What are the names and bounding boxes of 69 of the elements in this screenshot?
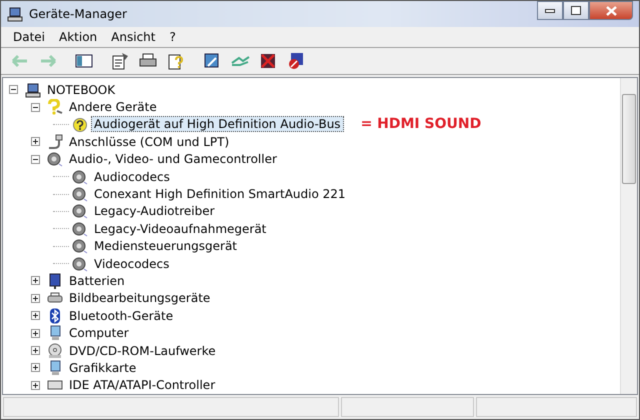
tree-item[interactable]: Videocodecs [91, 256, 172, 272]
expand-toggle[interactable] [31, 102, 40, 112]
tree-item[interactable]: DVD/CD-ROM-Laufwerke [66, 342, 219, 359]
plus-icon [32, 277, 39, 284]
expand-toggle[interactable] [31, 380, 40, 390]
tree-item[interactable]: Computer [66, 325, 132, 342]
annotation-text: = HDMI SOUND [360, 116, 482, 132]
plus-icon [32, 312, 39, 320]
speaker-icon [72, 256, 88, 272]
menu-item[interactable]: Aktion [53, 30, 104, 44]
scrollbar[interactable] [620, 78, 637, 394]
tree-item[interactable]: Legacy-Videoaufnahmegerät [91, 220, 270, 237]
minimize-icon [545, 8, 555, 12]
expand-toggle[interactable] [9, 85, 18, 94]
tree-item[interactable]: Bluetooth-Geräte [66, 308, 176, 324]
warning-question-icon [72, 116, 88, 132]
speaker-icon [72, 238, 88, 254]
expand-toggle[interactable] [31, 276, 40, 286]
computer-icon [25, 82, 41, 98]
plus-icon [32, 347, 39, 354]
speaker-icon [72, 168, 88, 185]
plus-icon [32, 364, 39, 372]
tree-item[interactable]: Audio-, Video- und Gamecontroller [66, 151, 280, 168]
tree-item[interactable]: Conexant High Definition SmartAudio 221 [91, 186, 349, 202]
maximize-button[interactable] [563, 1, 589, 20]
uninstall-icon [258, 51, 278, 71]
tree-item[interactable]: Legacy-Audiotreiber [91, 203, 218, 220]
maximize-icon [571, 6, 581, 15]
port-connector-icon [47, 134, 63, 150]
plus-icon [32, 330, 39, 337]
window-title: Geräte-Manager [29, 7, 128, 21]
tree-item[interactable]: NOTEBOOK [44, 82, 118, 98]
expand-toggle[interactable] [31, 346, 40, 356]
tree-item[interactable]: Batterien [66, 272, 128, 289]
bluetooth-icon [47, 308, 63, 324]
plus-icon [32, 138, 39, 146]
question-icon [47, 99, 63, 116]
menu-item[interactable]: Datei [7, 30, 52, 44]
plus-icon [32, 382, 39, 389]
expand-toggle[interactable] [31, 328, 40, 338]
plus-icon [32, 294, 39, 302]
tree-item[interactable]: Audiogerät auf High Definition Audio-Bus [91, 116, 344, 132]
disable-icon [286, 51, 306, 71]
speaker-icon [72, 203, 88, 220]
expand-toggle[interactable] [31, 294, 40, 303]
menu-item[interactable]: Ansicht [105, 30, 162, 44]
tree-item[interactable]: Audiocodecs [91, 168, 173, 185]
menu-item[interactable]: ? [163, 30, 182, 44]
tree-item[interactable]: Andere Geräte [66, 99, 160, 116]
minimize-button[interactable] [537, 1, 563, 20]
close-icon [606, 6, 616, 16]
tree-item[interactable]: Anschlüsse (COM und LPT) [66, 134, 232, 150]
close-button[interactable] [589, 1, 633, 20]
properties-icon [110, 51, 130, 71]
speaker-icon [72, 220, 88, 237]
battery-icon [47, 272, 63, 289]
tree-item[interactable]: IDE ATA/ATAPI-Controller [66, 377, 218, 394]
speaker-icon [72, 186, 88, 202]
expand-toggle[interactable] [31, 363, 40, 372]
tree-item[interactable]: Bildbearbeitungsgeräte [66, 290, 214, 306]
expand-toggle[interactable] [31, 311, 40, 320]
tree-item[interactable]: Grafikkarte [66, 360, 140, 376]
tree-item[interactable]: Mediensteuerungsgerät [91, 238, 240, 254]
expand-toggle[interactable] [31, 137, 40, 146]
scroll-thumb[interactable] [622, 94, 636, 184]
speaker-icon [47, 151, 63, 168]
computer-icon [7, 6, 23, 22]
disc-drive-icon [47, 342, 63, 359]
expand-toggle[interactable] [31, 154, 40, 164]
